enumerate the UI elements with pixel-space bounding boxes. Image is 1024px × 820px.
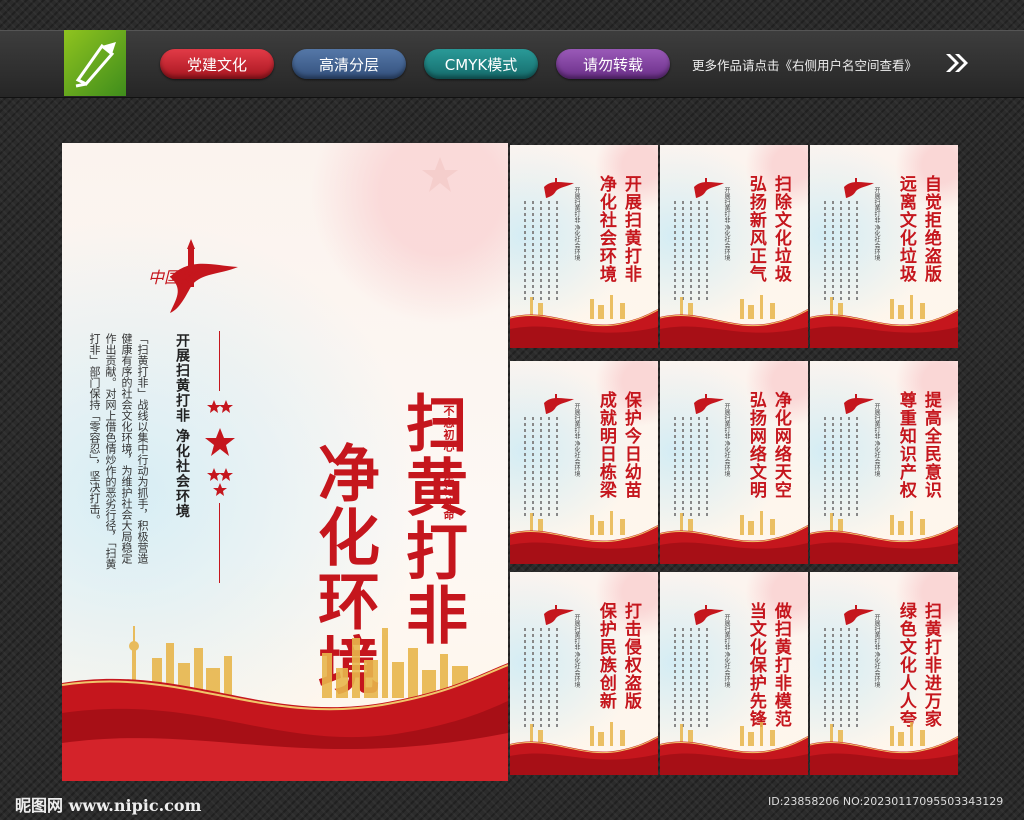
motto-2: 牢记使命 xyxy=(442,473,455,521)
small-poster-ribbon xyxy=(810,295,958,348)
main-poster: 中国梦 扫黄打非 净化环境 开展扫黄打非 净化社会环境 「扫黄打非」战线以集中行… xyxy=(62,143,508,781)
china-dream-logo-text: 中国梦 xyxy=(148,268,199,287)
red-ribbon-wave xyxy=(62,663,508,781)
small-poster-ribbon xyxy=(510,511,658,564)
divider-line-bottom xyxy=(219,503,220,583)
small-poster-ribbon xyxy=(810,511,958,564)
footer-site-mark: 昵图网 www.nipic.com xyxy=(15,796,202,815)
main-subtitle: 开展扫黄打非 净化社会环境 xyxy=(174,333,190,519)
small-poster-subtitle: 开展扫黄打非 净化社会环境 xyxy=(573,403,580,477)
small-poster: 做扫黄打非模范 当文化保护先锋 开展扫黄打非 净化社会环境 xyxy=(660,572,808,775)
small-poster: 自觉拒绝盗版 远离文化垃圾 开展扫黄打非 净化社会环境 xyxy=(810,145,958,348)
small-poster-body-lines xyxy=(670,417,714,517)
small-poster-body-lines xyxy=(820,201,864,301)
small-poster-title-line1: 扫除文化垃圾 xyxy=(770,175,791,283)
double-chevron-right-icon[interactable] xyxy=(944,52,970,74)
small-poster: 开展扫黄打非 净化社会环境 开展扫黄打非 净化社会环境 xyxy=(510,145,658,348)
small-poster-body-lines xyxy=(520,628,564,728)
small-poster-title-line1: 打击侵权盗版 xyxy=(620,602,641,710)
small-poster-body-lines xyxy=(670,628,714,728)
small-poster-title-line2: 尊重知识产权 xyxy=(895,391,916,499)
small-poster-ribbon xyxy=(660,511,808,564)
small-poster-ribbon xyxy=(660,722,808,775)
small-poster-subtitle: 开展扫黄打非 净化社会环境 xyxy=(723,614,730,688)
small-poster-title-line1: 做扫黄打非模范 xyxy=(770,602,791,728)
small-poster-title-line2: 当文化保护先锋 xyxy=(745,602,766,728)
small-poster-subtitle: 开展扫黄打非 净化社会环境 xyxy=(873,403,880,477)
main-body-text: 「扫黄打非」战线以集中行动为抓手，积极营造健康有序的社会文化环境，为维护社会大局… xyxy=(88,333,149,570)
small-poster-body-lines xyxy=(670,201,714,301)
small-poster: 打击侵权盗版 保护民族创新 开展扫黄打非 净化社会环境 xyxy=(510,572,658,775)
decor-stars xyxy=(205,400,235,496)
small-poster-body-lines xyxy=(820,628,864,728)
small-poster-body-lines xyxy=(820,417,864,517)
small-poster-title-line1: 自觉拒绝盗版 xyxy=(920,175,941,283)
china-dream-logo: 中国梦 xyxy=(148,239,238,313)
small-poster: 保护今日幼苗 成就明日栋梁 开展扫黄打非 净化社会环境 xyxy=(510,361,658,564)
small-poster-subtitle: 开展扫黄打非 净化社会环境 xyxy=(723,403,730,477)
small-poster: 扫黄打非进万家 绿色文化人人夸 开展扫黄打非 净化社会环境 xyxy=(810,572,958,775)
small-poster-ribbon xyxy=(510,295,658,348)
small-poster-title-line1: 提高全民意识 xyxy=(920,391,941,499)
small-poster-ribbon xyxy=(660,295,808,348)
small-poster-subtitle: 开展扫黄打非 净化社会环境 xyxy=(723,187,730,261)
china-dream-mini-logo xyxy=(544,605,574,625)
small-poster-title-line2: 保护民族创新 xyxy=(595,602,616,710)
small-poster-subtitle: 开展扫黄打非 净化社会环境 xyxy=(573,187,580,261)
small-poster-body-lines xyxy=(520,417,564,517)
small-poster: 提高全民意识 尊重知识产权 开展扫黄打非 净化社会环境 xyxy=(810,361,958,564)
small-poster-title-line1: 开展扫黄打非 xyxy=(620,175,641,283)
divider-line-top xyxy=(219,331,220,391)
china-dream-mini-logo xyxy=(544,394,574,414)
faint-star-icon xyxy=(422,157,458,192)
nipic-logo xyxy=(64,30,126,96)
small-poster: 扫除文化垃圾 弘扬新风正气 开展扫黄打非 净化社会环境 xyxy=(660,145,808,348)
small-poster-ribbon xyxy=(810,722,958,775)
china-dream-mini-logo xyxy=(844,178,874,198)
small-poster-subtitle: 开展扫黄打非 净化社会环境 xyxy=(573,614,580,688)
small-poster-title-line2: 成就明日栋梁 xyxy=(595,391,616,499)
small-poster-title-line2: 弘扬新风正气 xyxy=(745,175,766,283)
pen-nib-icon xyxy=(75,42,116,88)
china-dream-mini-logo xyxy=(694,605,724,625)
tag-cmyk[interactable]: CMYK模式 xyxy=(424,49,538,79)
small-poster-title-line2: 远离文化垃圾 xyxy=(895,175,916,283)
footer-image-id: ID:23858206 NO:20230117095503343129 xyxy=(768,795,1004,808)
more-works-link[interactable]: 更多作品请点击《右侧用户名空间查看》 xyxy=(692,55,917,74)
small-poster-title-line2: 弘扬网络文明 xyxy=(745,391,766,499)
china-dream-mini-logo xyxy=(844,605,874,625)
small-poster: 净化网络天空 弘扬网络文明 开展扫黄打非 净化社会环境 xyxy=(660,361,808,564)
china-dream-mini-logo xyxy=(544,178,574,198)
china-dream-mini-logo xyxy=(694,394,724,414)
small-poster-title-line1: 扫黄打非进万家 xyxy=(920,602,941,728)
small-poster-title-line2: 绿色文化人人夸 xyxy=(895,602,916,728)
small-poster-subtitle: 开展扫黄打非 净化社会环境 xyxy=(873,187,880,261)
china-dream-mini-logo xyxy=(844,394,874,414)
small-poster-body-lines xyxy=(520,201,564,301)
motto-1: 不忘初心 xyxy=(442,405,455,453)
small-poster-subtitle: 开展扫黄打非 净化社会环境 xyxy=(873,614,880,688)
small-poster-title-line2: 净化社会环境 xyxy=(595,175,616,283)
china-dream-mini-logo xyxy=(694,178,724,198)
small-poster-ribbon xyxy=(510,722,658,775)
small-poster-title-line1: 净化网络天空 xyxy=(770,391,791,499)
tag-party-culture[interactable]: 党建文化 xyxy=(160,49,274,79)
tag-hd-layered[interactable]: 高清分层 xyxy=(292,49,406,79)
tag-no-repost[interactable]: 请勿转载 xyxy=(556,49,670,79)
small-poster-title-line1: 保护今日幼苗 xyxy=(620,391,641,499)
